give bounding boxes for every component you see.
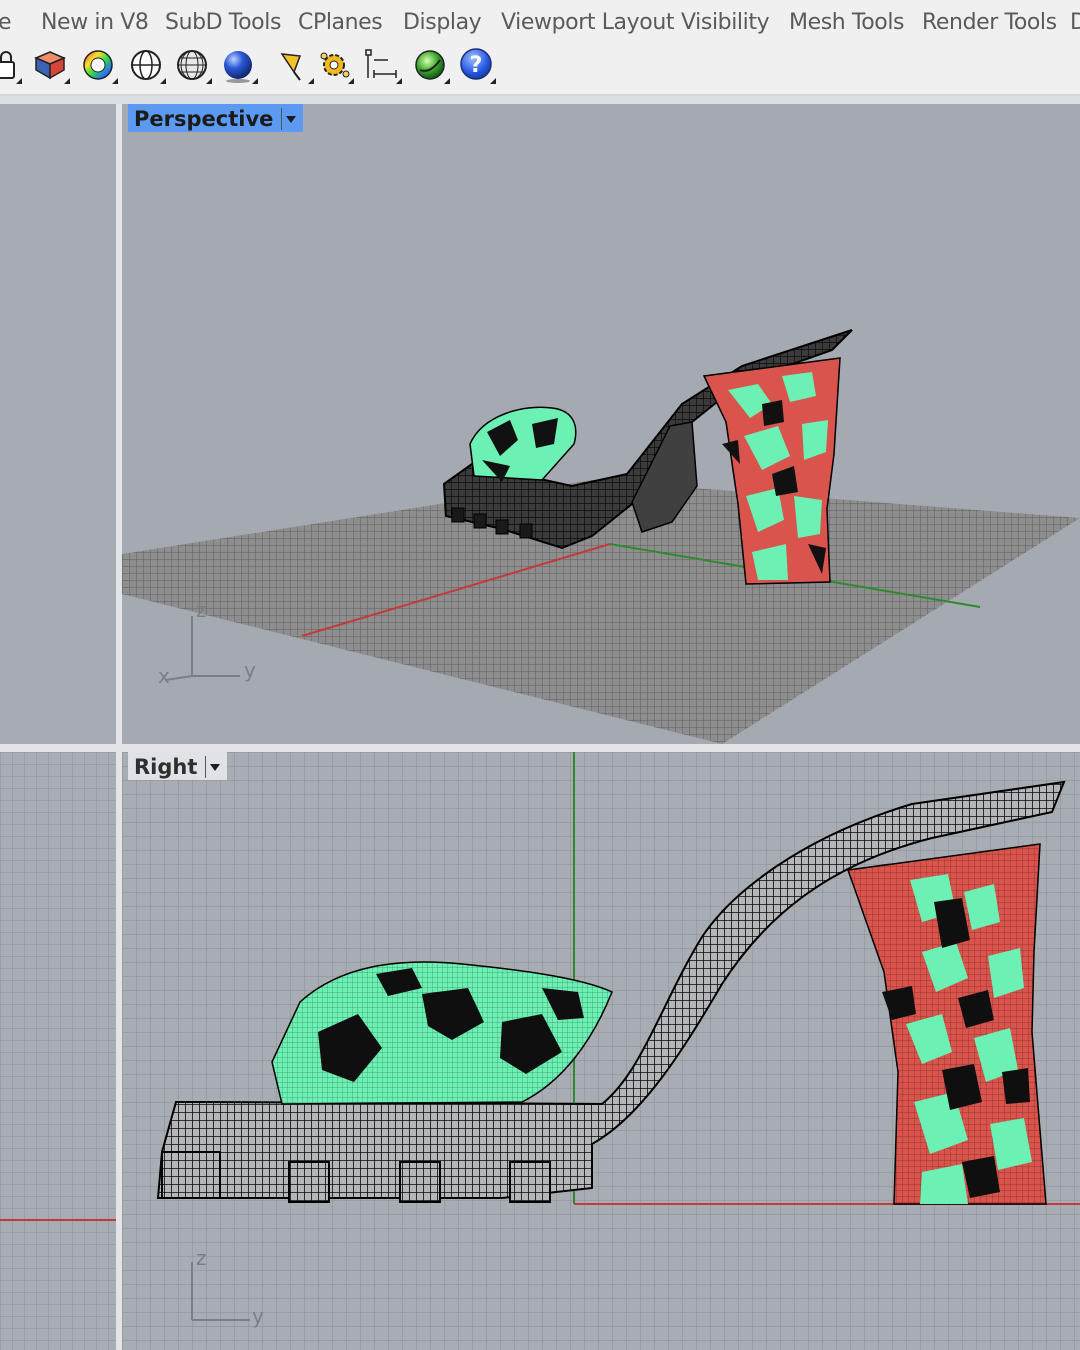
axis-y-label: y [244, 658, 256, 682]
tab-viewport-layout[interactable]: Viewport Layout [501, 10, 674, 35]
axis-y-label: y [252, 1304, 264, 1328]
chevron-down-icon[interactable] [205, 756, 221, 778]
dimension-icon[interactable] [362, 44, 402, 88]
axis-x-label: x [158, 664, 170, 688]
viewport-top-left[interactable] [0, 104, 116, 744]
perspective-label-text: Perspective [134, 107, 274, 131]
perspective-scene [122, 329, 1080, 744]
tab-visibility[interactable]: Visibility [681, 10, 770, 35]
help-icon[interactable]: ? [456, 44, 496, 88]
tab-render-tools[interactable]: Render Tools [922, 10, 1057, 35]
tab-display[interactable]: Display [403, 10, 482, 35]
color-wheel-icon[interactable] [78, 44, 118, 88]
gear-lights-icon[interactable] [314, 44, 354, 88]
tab-subd-tools[interactable]: SubD Tools [165, 10, 281, 35]
tab-mesh-tools[interactable]: Mesh Tools [789, 10, 905, 35]
viewport-label-right[interactable]: Right [128, 752, 228, 780]
viewport-perspective[interactable]: Perspective z x y [122, 104, 1080, 744]
wireframe-sphere-icon[interactable] [126, 44, 166, 88]
toolbar-divider [0, 96, 1080, 104]
axis-z-label: z [196, 1246, 207, 1270]
svg-text:?: ? [470, 53, 483, 78]
axis-z-label: z [196, 598, 207, 622]
viewport-right[interactable]: Right z y [122, 752, 1080, 1350]
viewport-bottom-left[interactable] [0, 752, 116, 1350]
rendered-sphere-icon[interactable] [218, 44, 258, 88]
spotlight-icon[interactable] [274, 44, 314, 88]
tab-new-in-v8[interactable]: New in V8 [41, 10, 149, 35]
mesh-sphere-icon[interactable] [172, 44, 212, 88]
shade-icon[interactable] [30, 44, 70, 88]
lock-icon[interactable] [0, 44, 26, 88]
right-scene [122, 752, 1080, 1350]
globe-icon[interactable] [410, 44, 450, 88]
toolbar: ? [0, 38, 1080, 96]
tab-partial-right[interactable]: D [1070, 10, 1080, 35]
viewport-splitter-horizontal[interactable] [0, 744, 1080, 752]
chevron-down-icon[interactable] [281, 108, 297, 130]
tab-partial-left[interactable]: e [0, 10, 12, 35]
tab-cplanes[interactable]: CPlanes [298, 10, 383, 35]
right-label-text: Right [134, 755, 198, 779]
viewport-label-perspective[interactable]: Perspective [128, 104, 304, 132]
